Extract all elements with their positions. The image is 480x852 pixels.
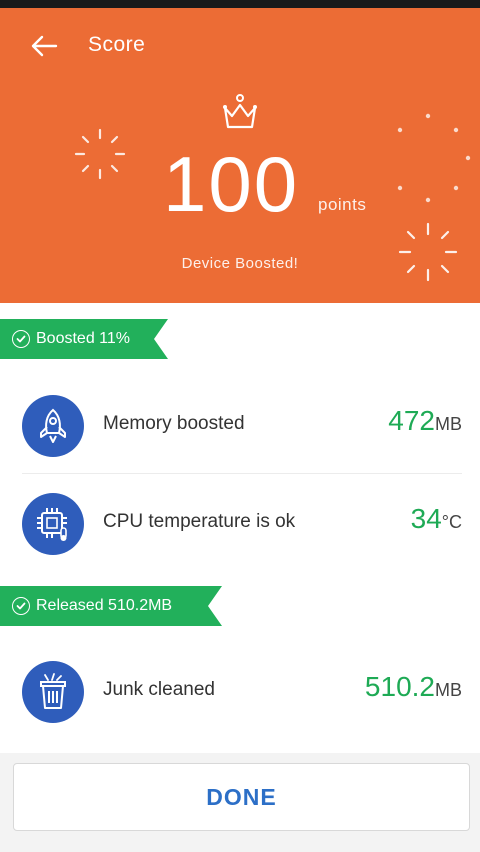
- junk-label: Junk cleaned: [103, 679, 215, 700]
- check-circle-icon: [12, 597, 30, 615]
- boosted-badge-label: Boosted 11%: [36, 330, 130, 347]
- check-circle-icon: [12, 330, 30, 348]
- arrow-left-icon: [31, 35, 58, 57]
- score-unit: points: [318, 195, 367, 214]
- boosted-badge: Boosted 11%: [0, 319, 168, 359]
- list-item-junk: Junk cleaned 510.2MB: [0, 643, 480, 739]
- page-title: Score: [88, 33, 146, 56]
- results-list: Boosted 11% Memory boosted 472MB CPU tem…: [0, 303, 480, 753]
- junk-value: 510.2MB: [364, 671, 462, 702]
- done-button[interactable]: DONE: [13, 763, 470, 831]
- score-value: 100: [163, 140, 300, 228]
- rocket-icon: [22, 395, 84, 457]
- boost-status-text: Device Boosted!: [181, 255, 299, 272]
- cpu-temperature-value: 34°C: [410, 503, 462, 534]
- score-display: 100 points: [0, 136, 480, 236]
- cpu-thermometer-icon: [22, 493, 84, 555]
- list-item-memory: Memory boosted 472MB: [0, 377, 480, 473]
- released-badge-label: Released 510.2MB: [36, 597, 173, 614]
- divider: [22, 473, 462, 474]
- released-badge: Released 510.2MB: [0, 586, 222, 626]
- memory-value: 472MB: [388, 405, 462, 436]
- cpu-temperature-label: CPU temperature is ok: [103, 511, 296, 532]
- footer: DONE: [0, 753, 480, 852]
- crown-icon: [223, 94, 257, 129]
- trash-icon: [22, 661, 84, 723]
- list-item-cpu: CPU temperature is ok 34°C: [0, 475, 480, 571]
- status-bar: [0, 0, 480, 8]
- score-header: Score 100 points Device Boosted!: [0, 8, 480, 303]
- back-button[interactable]: [24, 26, 64, 66]
- memory-label: Memory boosted: [103, 413, 245, 434]
